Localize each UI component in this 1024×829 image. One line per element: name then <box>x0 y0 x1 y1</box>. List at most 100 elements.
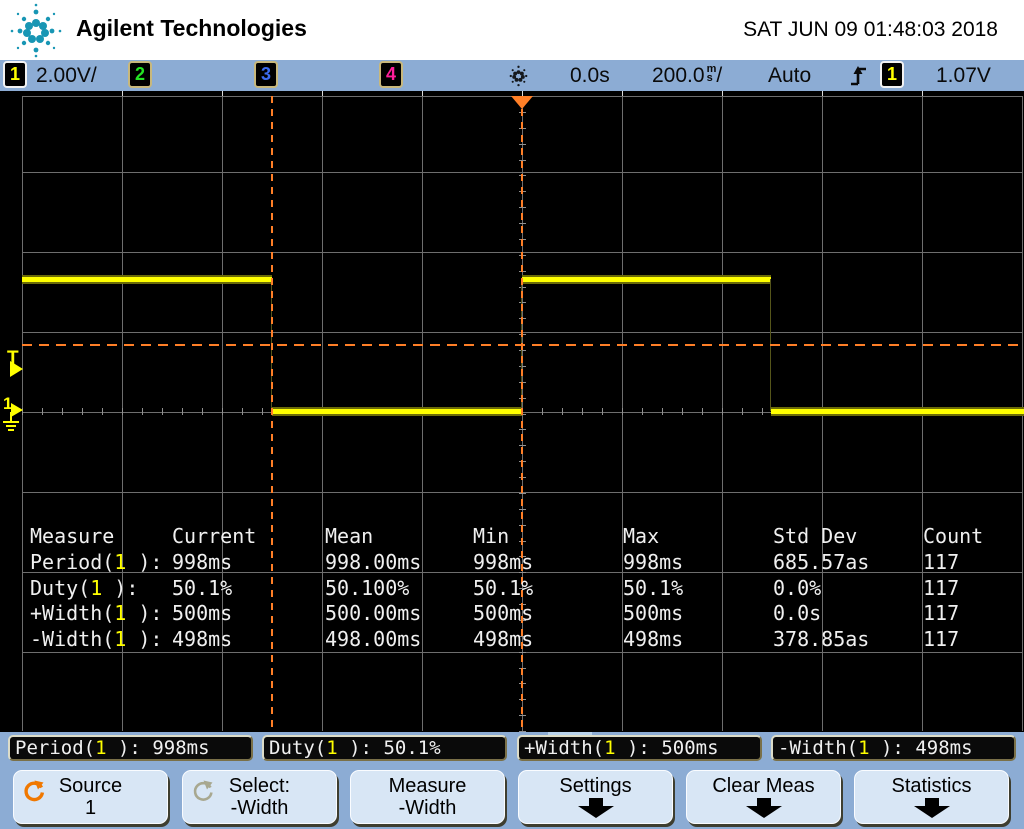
table-cell: 50.1% <box>623 576 683 600</box>
table-cell: 50.100% <box>325 576 409 600</box>
softkey-statistics[interactable]: Statistics <box>854 770 1009 824</box>
channel3-badge: 3 <box>254 61 278 88</box>
readout-period: Period(1 ): 998ms <box>8 735 253 761</box>
division-tick <box>722 91 723 96</box>
timebase-unit: ms <box>707 65 717 83</box>
axis-tick <box>222 408 223 415</box>
readout-duty: Duty(1 ): 50.1% <box>262 735 507 761</box>
table-cell: 117 <box>923 601 959 625</box>
table-cell: 117 <box>923 627 959 651</box>
trigger-mode: Auto <box>768 64 811 88</box>
brand-title: Agilent Technologies <box>76 15 307 42</box>
trigger-position-marker <box>511 96 533 109</box>
axis-tick <box>602 408 603 415</box>
axis-tick <box>122 408 123 415</box>
timebase-readout: 200.0ms/ <box>652 64 722 88</box>
axis-tick <box>142 408 143 415</box>
softkey-source[interactable]: Source 1 <box>13 770 168 824</box>
waveform-ch1-segment <box>771 407 1024 416</box>
table-row-name: Period(1 ): <box>30 550 162 574</box>
measurement-cursor-vertical <box>271 96 273 731</box>
softkey-clear-meas[interactable]: Clear Meas <box>686 770 841 824</box>
table-cell: 685.57as <box>773 550 869 574</box>
axis-tick <box>62 408 63 415</box>
axis-tick <box>562 408 563 415</box>
table-cell: 500ms <box>172 601 232 625</box>
delay-readout: 0.0s <box>570 64 610 88</box>
table-cell: 998ms <box>473 550 533 574</box>
division-tick <box>822 91 823 96</box>
division-tick <box>122 91 123 96</box>
division-tick <box>622 91 623 96</box>
datetime: SAT JUN 09 01:48:03 2018 <box>743 18 998 42</box>
readout-pluswidth: +Width(1 ): 500ms <box>517 735 762 761</box>
axis-tick <box>722 408 723 415</box>
table-cell: 500ms <box>473 601 533 625</box>
table-cell: 998ms <box>623 550 683 574</box>
channel4-badge: 4 <box>379 61 403 88</box>
ground-marker-arrow-icon <box>11 403 23 417</box>
axis-tick <box>662 408 663 415</box>
channel2-badge: 2 <box>128 61 152 88</box>
axis-tick <box>682 408 683 415</box>
waveform-ch1-segment <box>22 275 272 284</box>
softkey-select[interactable]: Select: -Width <box>182 770 337 824</box>
axis-tick <box>202 408 203 415</box>
table-cell: 117 <box>923 550 959 574</box>
table-row-name: +Width(1 ): <box>30 601 162 625</box>
axis-tick <box>519 731 526 732</box>
oscilloscope-screen: Agilent Technologies SAT JUN 09 01:48:03… <box>0 0 1024 829</box>
trigger-level-readout: 1.07V <box>936 64 991 88</box>
rising-edge-trigger-icon <box>849 63 869 89</box>
axis-tick <box>582 408 583 415</box>
table-cell: 50.1% <box>172 576 232 600</box>
table-row-name: -Width(1 ): <box>30 627 162 651</box>
waveform-ch1-segment <box>522 275 771 284</box>
agilent-logo-icon <box>8 2 64 58</box>
axis-tick <box>762 408 763 415</box>
status-bar: 1 2.00V/ 2 3 4 0.0s 200.0ms/ Auto 1 1.07… <box>0 60 1024 91</box>
measurement-threshold-line <box>22 344 1022 346</box>
softkey-measure[interactable]: Measure -Width <box>350 770 505 824</box>
table-cell: 0.0s <box>773 601 821 625</box>
table-cell: 50.1% <box>473 576 533 600</box>
waveform-ch1-segment <box>272 407 522 416</box>
down-arrow-icon <box>914 798 950 818</box>
trigger-source-badge: 1 <box>880 61 904 88</box>
division-tick <box>222 91 223 96</box>
division-tick <box>922 91 923 96</box>
readout-minuswidth: -Width(1 ): 498ms <box>771 735 1016 761</box>
knob-icon <box>22 779 46 803</box>
table-cell: 498.00ms <box>325 627 421 651</box>
axis-tick <box>542 408 543 415</box>
axis-tick <box>262 408 263 415</box>
table-cell: 378.85as <box>773 627 869 651</box>
axis-tick <box>162 408 163 415</box>
table-cell: 498ms <box>623 627 683 651</box>
axis-tick <box>622 408 623 415</box>
col-header: Current <box>172 524 256 548</box>
ground-icon <box>10 412 12 421</box>
ch1-scale: 2.00V/ <box>36 64 97 88</box>
col-header: Mean <box>325 524 373 548</box>
softkey-settings[interactable]: Settings <box>518 770 673 824</box>
channel1-badge: 1 <box>3 61 27 88</box>
down-arrow-icon <box>578 798 614 818</box>
axis-tick <box>742 408 743 415</box>
spark-icon <box>505 62 532 89</box>
axis-tick <box>642 408 643 415</box>
axis-tick <box>42 408 43 415</box>
ground-icon <box>3 421 19 423</box>
axis-tick <box>102 408 103 415</box>
table-cell: 498ms <box>473 627 533 651</box>
titlebar: Agilent Technologies SAT JUN 09 01:48:03… <box>0 0 1024 60</box>
trigger-level-arrow-icon <box>10 361 23 377</box>
col-header: Measure <box>30 524 114 548</box>
col-header: Min <box>473 524 509 548</box>
axis-tick <box>82 408 83 415</box>
knob-icon <box>191 779 215 803</box>
col-header: Count <box>923 524 983 548</box>
down-arrow-icon <box>746 798 782 818</box>
axis-tick <box>702 408 703 415</box>
axis-tick <box>182 408 183 415</box>
